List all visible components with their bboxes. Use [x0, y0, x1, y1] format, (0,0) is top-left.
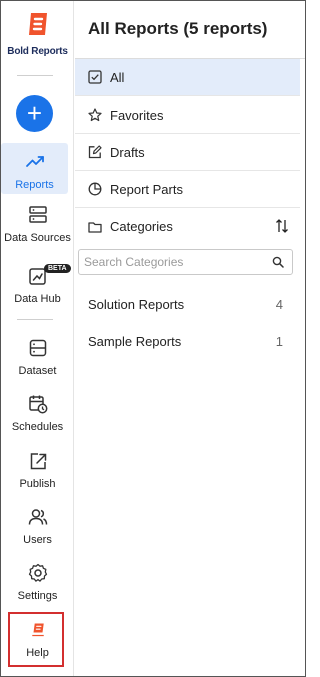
rail-item-data-sources[interactable]: Data Sources — [1, 204, 74, 244]
sort-icon[interactable] — [274, 218, 290, 234]
rail-item-dataset[interactable]: Dataset — [1, 337, 74, 377]
category-count: 1 — [275, 334, 283, 349]
rail-item-label: Publish — [19, 478, 56, 490]
menu-item-report-parts[interactable]: Report Parts — [75, 171, 300, 208]
menu-item-all[interactable]: All — [75, 59, 300, 96]
search-icon[interactable] — [272, 256, 284, 268]
menu-item-label: Report Parts — [110, 181, 183, 197]
rail-item-label: Settings — [17, 590, 58, 602]
pie-icon — [88, 182, 102, 196]
checkbox-icon — [88, 70, 102, 84]
rail-item-settings[interactable]: Settings — [1, 562, 74, 602]
calendar-clock-icon — [28, 395, 47, 414]
gear-icon — [28, 563, 47, 582]
star-icon — [88, 108, 102, 122]
rail-item-schedules[interactable]: Schedules — [1, 393, 74, 433]
brand-name: Bold Reports — [7, 46, 68, 57]
page-title: All Reports (5 reports) — [88, 19, 268, 38]
rail-item-label: Data Hub — [14, 293, 61, 305]
menu-item-categories[interactable]: Categories — [75, 208, 300, 245]
help-highlight-box — [8, 612, 64, 667]
category-item-sample-reports[interactable]: Sample Reports 1 — [88, 334, 283, 349]
category-search-input[interactable] — [79, 255, 272, 269]
menu-item-drafts[interactable]: Drafts — [75, 134, 300, 171]
rail-item-reports[interactable]: Reports — [1, 143, 68, 194]
category-count: 4 — [275, 297, 283, 312]
menu-item-label: Drafts — [110, 144, 145, 160]
rail-item-label: Users — [23, 534, 52, 546]
menu-item-label: All — [110, 69, 125, 85]
rail-item-users[interactable]: Users — [1, 506, 74, 546]
bold-reports-logo-icon — [28, 13, 47, 35]
rail-divider — [17, 319, 53, 320]
reports-panel: All Reports (5 reports) All Favorites Dr… — [75, 1, 305, 676]
rail-item-label: Dataset — [18, 365, 57, 377]
rail-item-label: Data Sources — [4, 232, 71, 244]
menu-item-label: Categories — [110, 219, 173, 234]
add-button[interactable]: + — [16, 95, 53, 132]
menu-item-favorites[interactable]: Favorites — [75, 97, 300, 134]
category-search-box — [78, 249, 293, 275]
brand[interactable]: Bold Reports — [1, 11, 74, 57]
beta-badge: BETA — [44, 264, 71, 273]
trend-icon — [25, 156, 44, 167]
edit-icon — [88, 145, 102, 159]
rail-item-data-hub[interactable]: BETA Data Hub — [1, 264, 74, 305]
publish-icon — [30, 453, 46, 470]
server-icon — [28, 206, 47, 223]
category-item-solution-reports[interactable]: Solution Reports 4 — [88, 297, 283, 312]
folder-icon — [88, 221, 102, 233]
users-icon — [28, 509, 47, 525]
dataset-icon — [29, 339, 46, 357]
rail-divider — [17, 75, 53, 76]
category-name: Sample Reports — [88, 334, 182, 349]
menu-item-label: Favorites — [110, 107, 164, 123]
rail-item-label: Reports — [15, 179, 54, 191]
plus-icon: + — [26, 97, 43, 128]
rail-item-label: Schedules — [11, 421, 64, 433]
rail-item-publish[interactable]: Publish — [1, 450, 74, 490]
category-name: Solution Reports — [88, 297, 185, 312]
left-rail: Bold Reports + Reports Data Sources BETA… — [1, 1, 74, 676]
